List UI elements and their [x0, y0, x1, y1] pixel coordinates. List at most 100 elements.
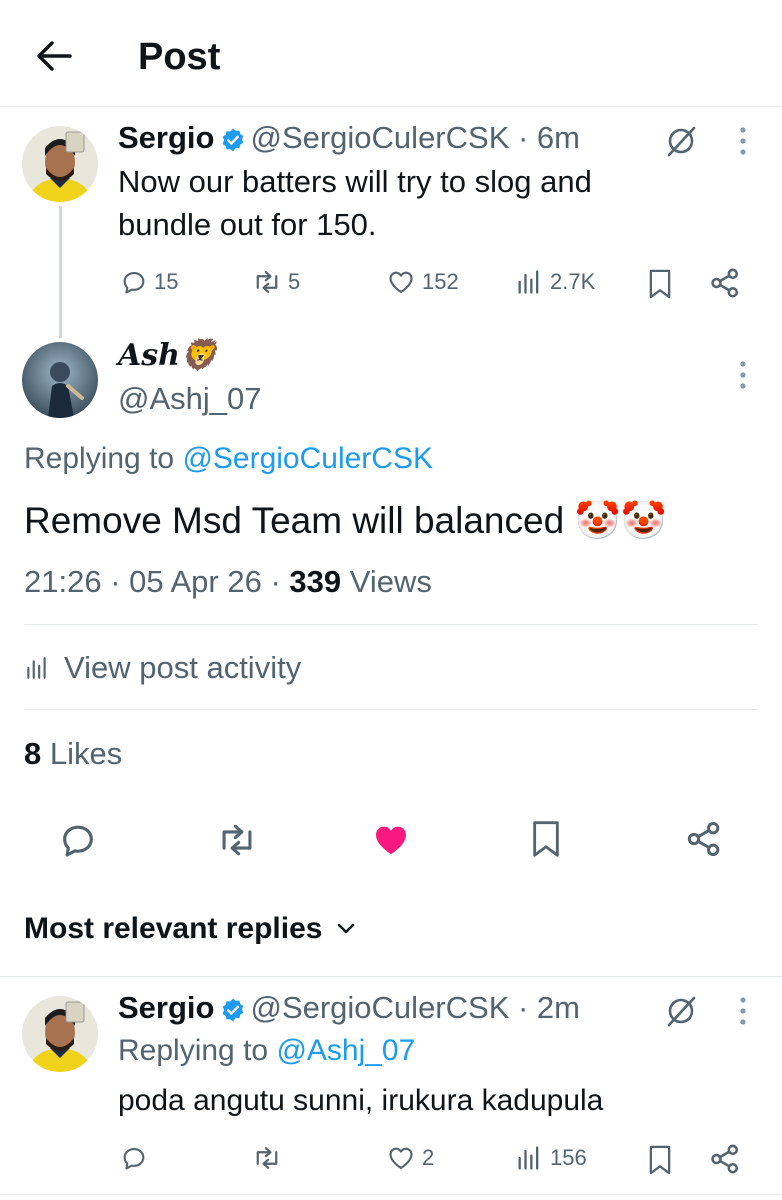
main-post-text: Remove Msd Team will balanced — [24, 500, 565, 541]
reply-text: poda angutu sunni, irukura kadupula — [118, 1084, 604, 1117]
likes-label: Likes — [49, 736, 123, 771]
reply-action[interactable] — [120, 1144, 154, 1172]
reply-count: 15 — [154, 269, 179, 294]
bookmark-button[interactable] — [646, 1144, 674, 1176]
bookmark-icon — [649, 1145, 671, 1175]
share-icon — [687, 822, 720, 856]
repost-icon — [256, 271, 278, 293]
repost-button[interactable] — [216, 820, 258, 860]
replies-sort-dropdown[interactable]: Most relevant replies — [24, 912, 356, 946]
clown-emoji: 🤡🤡 — [574, 500, 667, 541]
like-button[interactable] — [371, 820, 411, 860]
likes-summary[interactable]: 8 Likes — [24, 736, 122, 772]
repost-icon — [222, 824, 252, 856]
post-timestamp: 21:26 · 05 Apr 26 · — [24, 564, 281, 599]
like-count: 2 — [422, 1145, 435, 1170]
post-meta: 21:26 · 05 Apr 26 · 339 Views — [24, 564, 432, 600]
arrow-left-icon — [37, 41, 72, 71]
share-icon — [711, 268, 739, 298]
page-title: Post — [138, 36, 221, 78]
views-action[interactable]: 156 — [514, 1144, 587, 1172]
main-post-text-row: Remove Msd Team will balanced 🤡🤡 — [24, 500, 667, 543]
replying-handle[interactable]: @SergioCulerCSK — [182, 442, 433, 475]
more-vertical-icon — [740, 361, 746, 389]
heart-icon — [389, 271, 413, 293]
divider — [0, 1194, 782, 1195]
bookmark-icon — [533, 821, 559, 857]
lion-emoji: 🦁 — [179, 338, 218, 373]
replying-label: Replying to — [24, 442, 175, 475]
share-button[interactable] — [708, 266, 742, 300]
avatar[interactable] — [22, 996, 98, 1072]
thread-line — [59, 206, 62, 338]
views-label: Views — [349, 564, 432, 599]
divider — [24, 709, 758, 710]
grok-button[interactable] — [664, 124, 698, 158]
view-post-activity-label: View post activity — [64, 650, 302, 685]
reply-icon — [123, 1147, 145, 1170]
more-vertical-icon — [740, 127, 746, 155]
post-time: · 2m — [518, 990, 580, 1025]
views-count: 339 — [289, 564, 342, 599]
repost-action[interactable]: 5 — [252, 268, 300, 296]
share-icon — [711, 1144, 739, 1174]
views-icon — [518, 270, 539, 294]
header-divider — [0, 106, 782, 107]
more-options-button[interactable] — [730, 124, 756, 158]
like-action[interactable]: 2 — [386, 1144, 434, 1172]
tweet-text: Now our batters will try to slog and bun… — [118, 164, 592, 242]
replying-to: Replying to @SergioCulerCSK — [24, 442, 433, 476]
reply-icon — [123, 271, 145, 294]
likes-count: 8 — [24, 736, 42, 771]
author-handle[interactable]: @SergioCulerCSK — [250, 120, 509, 155]
share-button[interactable] — [684, 818, 724, 860]
more-options-button[interactable] — [730, 994, 756, 1028]
divider — [24, 624, 758, 625]
bookmark-button[interactable] — [529, 818, 563, 860]
repost-count: 5 — [288, 269, 301, 294]
heart-icon — [389, 1147, 413, 1169]
views-icon — [518, 1146, 539, 1170]
post-time: · 6m — [518, 120, 580, 155]
grok-icon — [667, 996, 696, 1027]
divider — [0, 976, 782, 977]
repost-icon — [256, 1147, 278, 1169]
bookmark-button[interactable] — [646, 268, 674, 300]
reply-button[interactable] — [58, 820, 98, 860]
more-options-button[interactable] — [730, 358, 756, 392]
like-count: 152 — [422, 269, 459, 294]
more-vertical-icon — [740, 997, 746, 1025]
author-name[interactable]: Ash — [118, 338, 180, 373]
chevron-down-icon — [338, 923, 355, 934]
tweet-header: Sergio @SergioCulerCSK · 6m — [118, 120, 580, 156]
like-action[interactable]: 152 — [386, 268, 459, 296]
verified-badge-icon — [223, 998, 244, 1022]
bookmark-icon — [649, 269, 671, 299]
back-button[interactable] — [34, 38, 74, 74]
avatar[interactable] — [22, 126, 98, 202]
views-action[interactable]: 2.7K — [514, 268, 595, 296]
tweet-header: Sergio @SergioCulerCSK · 2m — [118, 990, 580, 1026]
author-handle[interactable]: @SergioCulerCSK — [250, 990, 509, 1025]
replying-label: Replying to — [118, 1034, 269, 1067]
author-name[interactable]: Sergio — [118, 990, 214, 1025]
avatar[interactable] — [22, 342, 98, 418]
replies-sort-label: Most relevant replies — [24, 912, 323, 945]
author-name-row: Ash🦁 — [118, 338, 217, 373]
activity-icon — [27, 657, 46, 679]
reply-action[interactable]: 15 — [120, 268, 178, 296]
views-count: 2.7K — [550, 269, 596, 294]
verified-badge-icon — [223, 128, 244, 152]
replying-to: Replying to @Ashj_07 — [118, 1034, 415, 1068]
grok-icon — [667, 126, 696, 157]
view-post-activity[interactable]: View post activity — [24, 650, 301, 686]
grok-button[interactable] — [664, 994, 698, 1028]
views-count: 156 — [550, 1145, 587, 1170]
repost-action[interactable] — [252, 1144, 288, 1172]
replying-handle[interactable]: @Ashj_07 — [276, 1034, 415, 1067]
share-button[interactable] — [708, 1142, 742, 1176]
heart-filled-icon — [376, 826, 406, 855]
author-handle[interactable]: @Ashj_07 — [118, 381, 262, 417]
author-name[interactable]: Sergio — [118, 120, 214, 155]
reply-icon — [63, 825, 93, 857]
